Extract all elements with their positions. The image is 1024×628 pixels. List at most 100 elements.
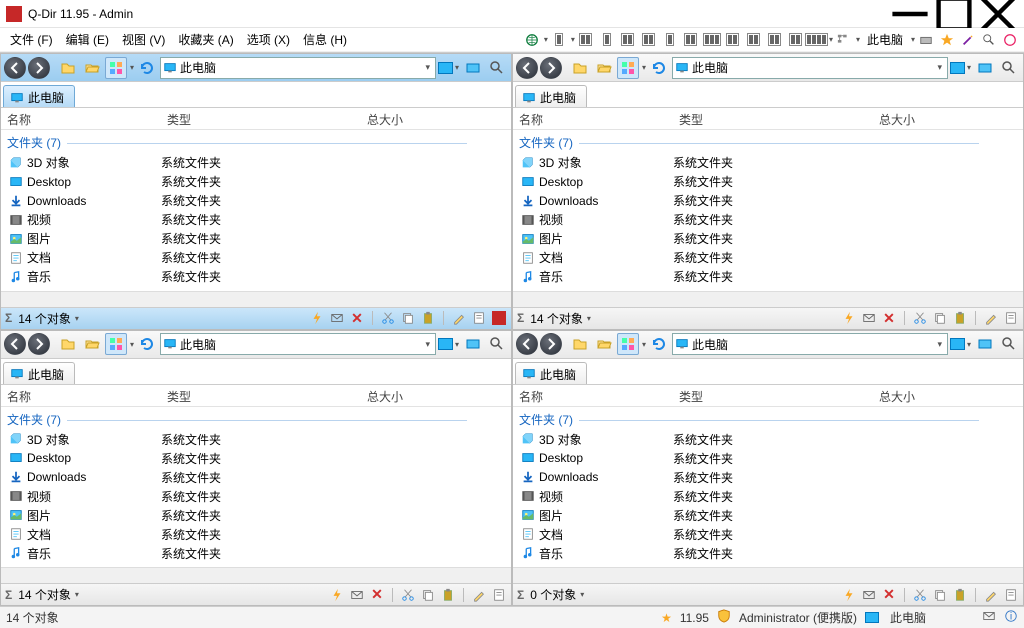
- search-button[interactable]: [998, 57, 1020, 79]
- color-icon[interactable]: [462, 333, 484, 355]
- list-item[interactable]: 视频系统文件夹: [1, 487, 511, 506]
- list-item[interactable]: 图片系统文件夹: [513, 506, 1023, 525]
- mail-icon[interactable]: [861, 587, 877, 603]
- monitor-icon[interactable]: ▾: [950, 338, 972, 350]
- delete-icon[interactable]: ✕: [881, 587, 897, 603]
- copy-icon[interactable]: [400, 310, 416, 326]
- col-name[interactable]: 名称: [1, 111, 161, 129]
- list-item[interactable]: 文档系统文件夹: [513, 525, 1023, 544]
- col-type[interactable]: 类型: [161, 388, 361, 406]
- list-item[interactable]: 图片系统文件夹: [1, 506, 511, 525]
- col-type[interactable]: 类型: [161, 111, 361, 129]
- folder-open-icon[interactable]: [593, 57, 615, 79]
- color-icon[interactable]: [974, 57, 996, 79]
- delete-icon[interactable]: ✕: [369, 587, 385, 603]
- list-item[interactable]: 音乐系统文件夹: [1, 544, 511, 563]
- back-button[interactable]: [516, 57, 538, 79]
- folder-icon[interactable]: [57, 333, 79, 355]
- file-list[interactable]: 文件夹 (7) 3D 对象系统文件夹Desktop系统文件夹Downloads系…: [1, 407, 511, 568]
- search-button[interactable]: [486, 333, 508, 355]
- color-icon[interactable]: [462, 57, 484, 79]
- forward-button[interactable]: [540, 57, 562, 79]
- menu-info[interactable]: 信息 (H): [297, 29, 353, 50]
- delete-icon[interactable]: ✕: [349, 310, 365, 326]
- delete-icon[interactable]: ✕: [881, 310, 897, 326]
- list-item[interactable]: 音乐系统文件夹: [513, 544, 1023, 563]
- list-item[interactable]: 视频系统文件夹: [1, 210, 511, 229]
- layout-icon[interactable]: [662, 32, 678, 48]
- layout-icon[interactable]: [551, 32, 567, 48]
- menu-view[interactable]: 视图 (V): [116, 29, 171, 50]
- list-item[interactable]: 音乐系统文件夹: [1, 267, 511, 286]
- copy-icon[interactable]: [420, 587, 436, 603]
- folder-icon[interactable]: [569, 57, 591, 79]
- layout-icon[interactable]: [725, 32, 741, 48]
- h-scrollbar[interactable]: [1, 291, 511, 307]
- col-type[interactable]: 类型: [673, 111, 873, 129]
- close-button[interactable]: [976, 0, 1020, 28]
- edit-icon[interactable]: [471, 587, 487, 603]
- col-size[interactable]: 总大小: [361, 388, 511, 406]
- address-bar[interactable]: ▾: [672, 57, 948, 79]
- list-item[interactable]: Desktop系统文件夹: [513, 172, 1023, 191]
- minimize-button[interactable]: [888, 0, 932, 28]
- h-scrollbar[interactable]: [513, 567, 1023, 583]
- list-item[interactable]: 3D 对象系统文件夹: [1, 430, 511, 449]
- edit-icon[interactable]: [983, 587, 999, 603]
- group-header[interactable]: 文件夹 (7): [513, 407, 1023, 430]
- refresh-button[interactable]: [648, 57, 670, 79]
- layout-icon[interactable]: [683, 32, 699, 48]
- star-icon[interactable]: [939, 32, 955, 48]
- disk-icon[interactable]: [918, 32, 934, 48]
- monitor-icon[interactable]: ▾: [438, 62, 460, 74]
- tab[interactable]: 此电脑: [3, 362, 75, 384]
- address-input[interactable]: [180, 337, 419, 351]
- color-icon[interactable]: [974, 333, 996, 355]
- menu-edit[interactable]: 编辑 (E): [60, 29, 115, 50]
- layout-icon[interactable]: [599, 32, 615, 48]
- list-item[interactable]: Downloads系统文件夹: [513, 191, 1023, 210]
- folder-icon[interactable]: [57, 57, 79, 79]
- address-input[interactable]: [692, 61, 931, 75]
- tab[interactable]: 此电脑: [515, 85, 587, 107]
- cut-icon[interactable]: [380, 310, 396, 326]
- layout-icon[interactable]: [746, 32, 762, 48]
- address-bar[interactable]: ▾: [672, 333, 948, 355]
- layout-icon[interactable]: [788, 32, 804, 48]
- list-item[interactable]: 视频系统文件夹: [513, 487, 1023, 506]
- col-size[interactable]: 总大小: [873, 388, 1023, 406]
- col-name[interactable]: 名称: [513, 111, 673, 129]
- refresh-button[interactable]: [136, 57, 158, 79]
- search-button[interactable]: [998, 333, 1020, 355]
- refresh-button[interactable]: [648, 333, 670, 355]
- flash-icon[interactable]: [329, 587, 345, 603]
- monitor-icon[interactable]: ▾: [950, 62, 972, 74]
- flash-icon[interactable]: [841, 587, 857, 603]
- tree-icon[interactable]: [836, 32, 852, 48]
- h-scrollbar[interactable]: [1, 567, 511, 583]
- props-icon[interactable]: [471, 310, 487, 326]
- maximize-button[interactable]: [932, 0, 976, 28]
- list-item[interactable]: Downloads系统文件夹: [1, 191, 511, 210]
- cut-icon[interactable]: [912, 310, 928, 326]
- address-bar[interactable]: ▾: [160, 57, 436, 79]
- refresh-button[interactable]: [136, 333, 158, 355]
- forward-button[interactable]: [540, 333, 562, 355]
- globe-icon[interactable]: [524, 32, 540, 48]
- tab[interactable]: 此电脑: [515, 362, 587, 384]
- magic-icon[interactable]: [960, 32, 976, 48]
- mail-icon[interactable]: [349, 587, 365, 603]
- view-button[interactable]: [617, 333, 639, 355]
- paste-icon[interactable]: [952, 587, 968, 603]
- list-item[interactable]: Desktop系统文件夹: [1, 172, 511, 191]
- col-type[interactable]: 类型: [673, 388, 873, 406]
- paste-icon[interactable]: [440, 587, 456, 603]
- monitor-icon[interactable]: ▾: [438, 338, 460, 350]
- address-input[interactable]: [692, 337, 931, 351]
- help-icon[interactable]: [1002, 32, 1018, 48]
- list-item[interactable]: Desktop系统文件夹: [513, 449, 1023, 468]
- tab[interactable]: 此电脑: [3, 85, 75, 107]
- layout-icon[interactable]: [578, 32, 594, 48]
- list-item[interactable]: 文档系统文件夹: [1, 248, 511, 267]
- search-button[interactable]: [486, 57, 508, 79]
